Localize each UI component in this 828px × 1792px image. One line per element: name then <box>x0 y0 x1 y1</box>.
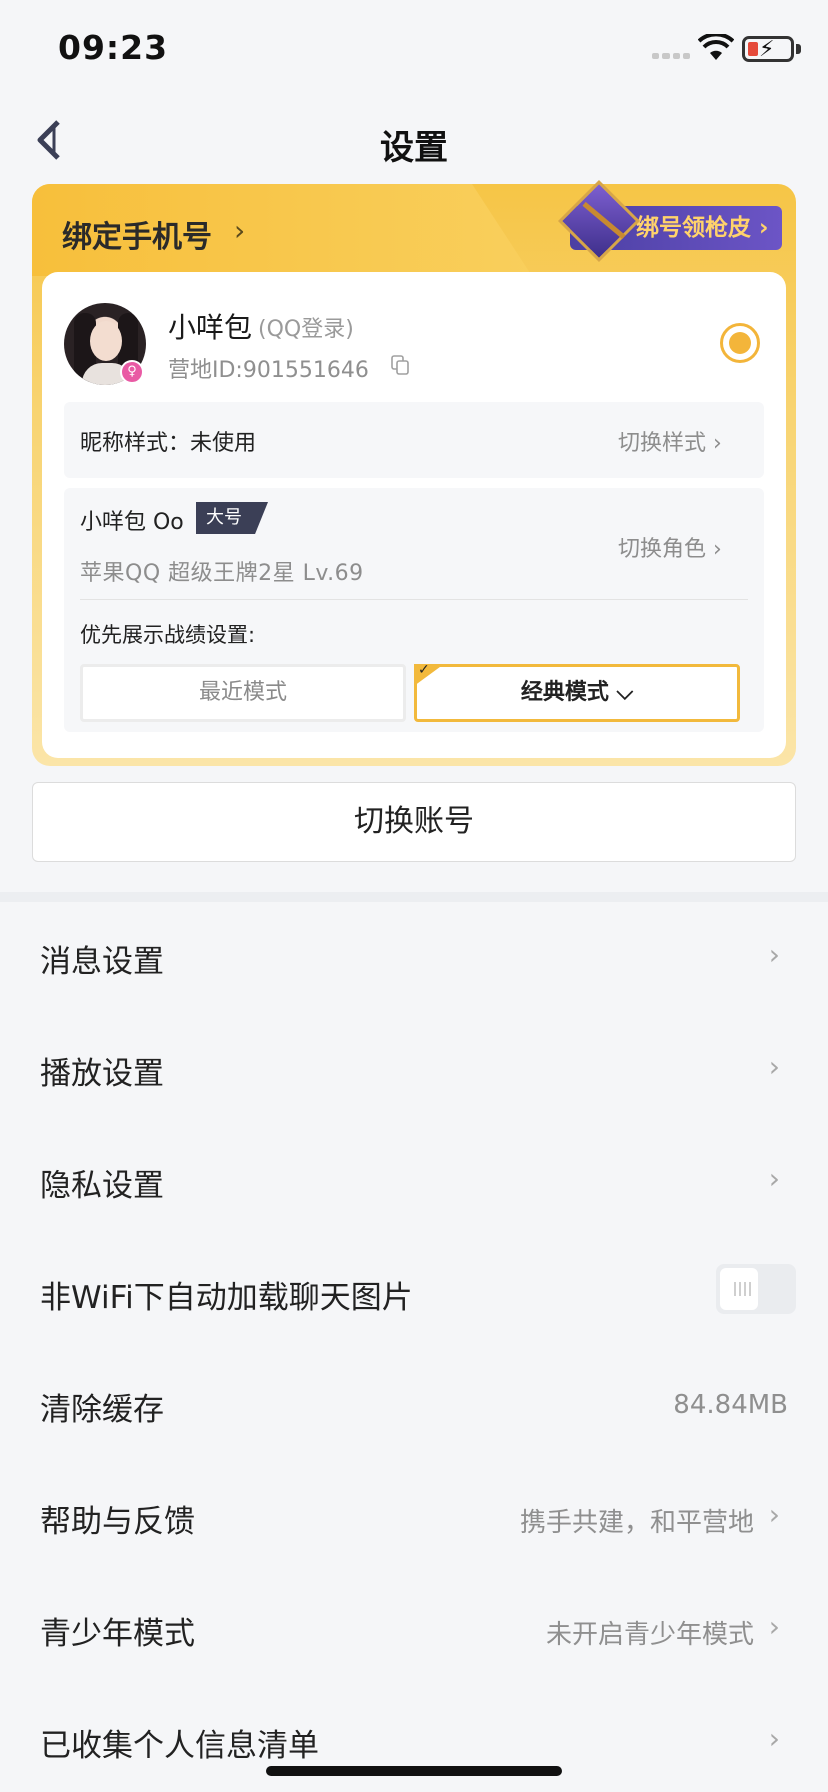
chevron-right-icon: › <box>768 1498 780 1531</box>
list-item-label: 非WiFi下自动加载聊天图片 <box>40 1280 413 1316</box>
list-item-label: 播放设置 <box>40 1056 164 1092</box>
role-info: 苹果QQ 超级王牌2星 Lv.69 <box>80 561 364 586</box>
divider <box>80 599 748 600</box>
user-name: 小咩包 <box>168 311 253 344</box>
home-indicator <box>266 1766 562 1776</box>
camp-id: 营地ID:901551646 <box>168 358 369 383</box>
list-item-clear-cache[interactable]: 清除缓存 84.84MB <box>0 1350 828 1462</box>
switch-role-link[interactable]: 切换角色 › <box>618 531 722 563</box>
list-item-label: 已收集个人信息清单 <box>40 1728 319 1764</box>
signal-icon <box>652 53 690 59</box>
page-title: 设置 <box>380 128 448 168</box>
list-item-value: 携手共建，和平营地 <box>519 1508 754 1538</box>
role-name: 小咩包 Oo <box>80 510 184 535</box>
checkmark-icon: ✓ <box>418 662 430 678</box>
battery-icon: ⚡ <box>742 36 794 62</box>
battery-tip <box>796 44 801 54</box>
list-item-auto-load-images: 非WiFi下自动加载聊天图片 <box>0 1238 828 1350</box>
copy-icon[interactable] <box>391 355 409 375</box>
list-item-youth-mode[interactable]: 青少年模式 未开启青少年模式 › <box>0 1574 828 1686</box>
auto-load-images-toggle[interactable] <box>716 1264 796 1314</box>
wifi-icon <box>698 34 734 60</box>
female-gender-icon: ♀ <box>120 360 144 384</box>
login-type: (QQ登录) <box>258 317 354 342</box>
chevron-right-icon: › <box>768 1050 780 1083</box>
list-item-value: 未开启青少年模式 <box>545 1620 754 1650</box>
list-item-label: 清除缓存 <box>40 1392 164 1428</box>
chevron-right-icon: › <box>768 1162 780 1195</box>
bind-phone-label[interactable]: 绑定手机号 <box>62 212 212 256</box>
list-item-label: 帮助与反馈 <box>40 1504 195 1540</box>
switch-account-button[interactable]: 切换账号 <box>32 782 796 862</box>
priority-display-label: 优先展示战绩设置: <box>80 623 256 647</box>
list-item-personal-info-list[interactable]: 已收集个人信息清单 › <box>0 1686 828 1792</box>
recent-mode-button[interactable]: 最近模式 <box>80 664 406 722</box>
list-item-label: 隐私设置 <box>40 1168 164 1204</box>
list-item-playback-settings[interactable]: 播放设置 › <box>0 1014 828 1126</box>
cache-size-value: 84.84MB <box>673 1390 788 1420</box>
chevron-right-icon: › <box>768 1610 780 1643</box>
list-item-help-feedback[interactable]: 帮助与反馈 携手共建，和平营地 › <box>0 1462 828 1574</box>
list-item-label: 消息设置 <box>40 944 164 980</box>
classic-mode-button[interactable]: 经典模式 ⌵ <box>414 664 740 722</box>
list-item-label: 青少年模式 <box>40 1616 195 1652</box>
chevron-right-icon: › <box>768 1722 780 1755</box>
account-selected-radio[interactable] <box>720 323 760 363</box>
list-item-privacy-settings[interactable]: 隐私设置 › <box>0 1126 828 1238</box>
chevron-right-icon: › <box>768 938 780 971</box>
bind-phone-chevron-icon: › <box>234 214 246 247</box>
status-time: 09:23 <box>58 28 169 67</box>
list-item-message-settings[interactable]: 消息设置 › <box>0 902 828 1014</box>
switch-style-link[interactable]: 切换样式 › <box>618 425 722 457</box>
section-separator <box>0 892 828 902</box>
nickname-style-label: 昵称样式：未使用 <box>80 431 257 456</box>
